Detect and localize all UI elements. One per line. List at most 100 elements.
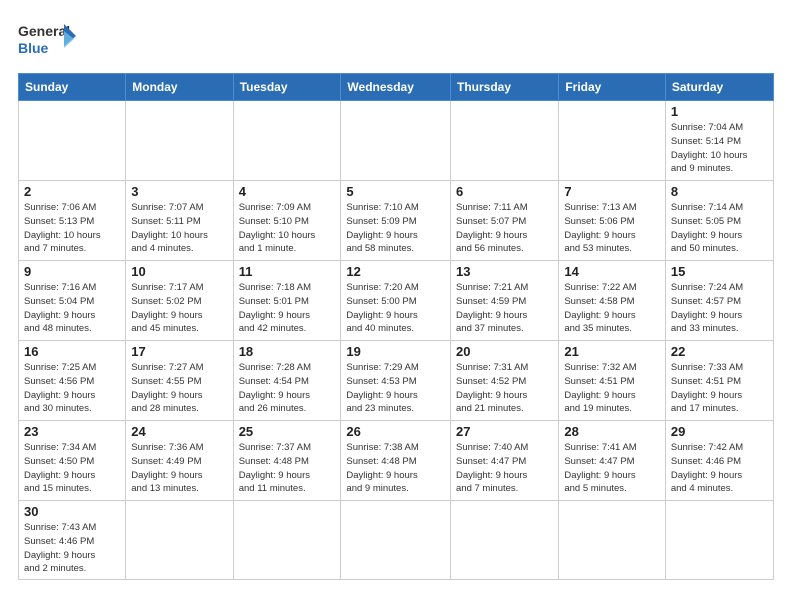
day-info: Sunrise: 7:33 AM Sunset: 4:51 PM Dayligh… (671, 361, 768, 416)
calendar-cell: 21 Sunrise: 7:32 AM Sunset: 4:51 PM Dayli… (559, 341, 666, 421)
day-info: Sunrise: 7:29 AM Sunset: 4:53 PM Dayligh… (346, 361, 445, 416)
weekday-header-sunday: Sunday (19, 74, 126, 101)
day-number: 25 (239, 424, 336, 439)
day-info: Sunrise: 7:20 AM Sunset: 5:00 PM Dayligh… (346, 281, 445, 336)
calendar-cell: 2Sunrise: 7:06 AM Sunset: 5:13 PM Daylig… (19, 181, 126, 261)
header: General Blue (18, 18, 774, 63)
calendar-cell: 8 Sunrise: 7:14 AM Sunset: 5:05 PM Daylig… (665, 181, 773, 261)
day-number: 21 (564, 344, 660, 359)
calendar-cell: 23 Sunrise: 7:34 AM Sunset: 4:50 PM Dayli… (19, 421, 126, 501)
calendar-cell: 13 Sunrise: 7:21 AM Sunset: 4:59 PM Dayli… (451, 261, 559, 341)
weekday-header-thursday: Thursday (451, 74, 559, 101)
day-number: 17 (131, 344, 227, 359)
calendar-cell: 14Sunrise: 7:22 AM Sunset: 4:58 PM Dayli… (559, 261, 666, 341)
weekday-header-wednesday: Wednesday (341, 74, 451, 101)
day-number: 20 (456, 344, 553, 359)
generalblue-logo-icon: General Blue (18, 18, 78, 63)
week-row-4: 16 Sunrise: 7:25 AM Sunset: 4:56 PM Dayli… (19, 341, 774, 421)
day-number: 16 (24, 344, 120, 359)
calendar-cell (341, 501, 451, 580)
calendar-cell: 10 Sunrise: 7:17 AM Sunset: 5:02 PM Dayli… (126, 261, 233, 341)
day-number: 15 (671, 264, 768, 279)
svg-text:General: General (18, 23, 70, 39)
weekday-header-saturday: Saturday (665, 74, 773, 101)
day-info: Sunrise: 7:09 AM Sunset: 5:10 PM Dayligh… (239, 201, 336, 256)
day-info: Sunrise: 7:27 AM Sunset: 4:55 PM Dayligh… (131, 361, 227, 416)
day-number: 8 (671, 184, 768, 199)
day-info: Sunrise: 7:32 AM Sunset: 4:51 PM Dayligh… (564, 361, 660, 416)
calendar-cell: 17 Sunrise: 7:27 AM Sunset: 4:55 PM Dayli… (126, 341, 233, 421)
calendar-cell (341, 101, 451, 181)
week-row-2: 2Sunrise: 7:06 AM Sunset: 5:13 PM Daylig… (19, 181, 774, 261)
calendar-cell (559, 101, 666, 181)
day-info: Sunrise: 7:38 AM Sunset: 4:48 PM Dayligh… (346, 441, 445, 496)
day-info: Sunrise: 7:43 AM Sunset: 4:46 PM Dayligh… (24, 521, 120, 576)
page: General Blue SundayMondayTuesdayWednesda… (0, 0, 792, 590)
day-number: 27 (456, 424, 553, 439)
calendar-cell: 22Sunrise: 7:33 AM Sunset: 4:51 PM Dayli… (665, 341, 773, 421)
calendar-cell: 3Sunrise: 7:07 AM Sunset: 5:11 PM Daylig… (126, 181, 233, 261)
calendar-cell: 29 Sunrise: 7:42 AM Sunset: 4:46 PM Dayli… (665, 421, 773, 501)
day-number: 12 (346, 264, 445, 279)
calendar: SundayMondayTuesdayWednesdayThursdayFrid… (18, 73, 774, 580)
week-row-6: 30 Sunrise: 7:43 AM Sunset: 4:46 PM Dayli… (19, 501, 774, 580)
week-row-1: 1 Sunrise: 7:04 AM Sunset: 5:14 PM Daylig… (19, 101, 774, 181)
calendar-cell (665, 501, 773, 580)
day-number: 18 (239, 344, 336, 359)
calendar-cell: 25 Sunrise: 7:37 AM Sunset: 4:48 PM Dayli… (233, 421, 341, 501)
day-info: Sunrise: 7:24 AM Sunset: 4:57 PM Dayligh… (671, 281, 768, 336)
day-number: 29 (671, 424, 768, 439)
day-info: Sunrise: 7:36 AM Sunset: 4:49 PM Dayligh… (131, 441, 227, 496)
day-number: 7 (564, 184, 660, 199)
day-number: 24 (131, 424, 227, 439)
calendar-cell: 1 Sunrise: 7:04 AM Sunset: 5:14 PM Daylig… (665, 101, 773, 181)
day-info: Sunrise: 7:40 AM Sunset: 4:47 PM Dayligh… (456, 441, 553, 496)
calendar-cell: 30 Sunrise: 7:43 AM Sunset: 4:46 PM Dayli… (19, 501, 126, 580)
day-number: 10 (131, 264, 227, 279)
logo: General Blue (18, 18, 78, 63)
day-info: Sunrise: 7:18 AM Sunset: 5:01 PM Dayligh… (239, 281, 336, 336)
day-number: 28 (564, 424, 660, 439)
day-number: 4 (239, 184, 336, 199)
day-info: Sunrise: 7:04 AM Sunset: 5:14 PM Dayligh… (671, 121, 768, 176)
day-info: Sunrise: 7:28 AM Sunset: 4:54 PM Dayligh… (239, 361, 336, 416)
calendar-cell: 19 Sunrise: 7:29 AM Sunset: 4:53 PM Dayli… (341, 341, 451, 421)
week-row-3: 9Sunrise: 7:16 AM Sunset: 5:04 PM Daylig… (19, 261, 774, 341)
calendar-cell (233, 501, 341, 580)
day-info: Sunrise: 7:14 AM Sunset: 5:05 PM Dayligh… (671, 201, 768, 256)
calendar-cell: 18 Sunrise: 7:28 AM Sunset: 4:54 PM Dayli… (233, 341, 341, 421)
day-number: 13 (456, 264, 553, 279)
day-info: Sunrise: 7:42 AM Sunset: 4:46 PM Dayligh… (671, 441, 768, 496)
calendar-cell: 28Sunrise: 7:41 AM Sunset: 4:47 PM Dayli… (559, 421, 666, 501)
day-number: 6 (456, 184, 553, 199)
day-number: 14 (564, 264, 660, 279)
calendar-cell: 15 Sunrise: 7:24 AM Sunset: 4:57 PM Dayli… (665, 261, 773, 341)
day-number: 30 (24, 504, 120, 519)
weekday-header-friday: Friday (559, 74, 666, 101)
calendar-cell: 7Sunrise: 7:13 AM Sunset: 5:06 PM Daylig… (559, 181, 666, 261)
calendar-cell: 6 Sunrise: 7:11 AM Sunset: 5:07 PM Daylig… (451, 181, 559, 261)
day-number: 2 (24, 184, 120, 199)
calendar-cell: 9Sunrise: 7:16 AM Sunset: 5:04 PM Daylig… (19, 261, 126, 341)
week-row-5: 23 Sunrise: 7:34 AM Sunset: 4:50 PM Dayli… (19, 421, 774, 501)
day-info: Sunrise: 7:21 AM Sunset: 4:59 PM Dayligh… (456, 281, 553, 336)
weekday-header-row: SundayMondayTuesdayWednesdayThursdayFrid… (19, 74, 774, 101)
day-number: 23 (24, 424, 120, 439)
svg-text:Blue: Blue (18, 40, 49, 56)
calendar-cell (19, 101, 126, 181)
day-number: 3 (131, 184, 227, 199)
calendar-cell: 20 Sunrise: 7:31 AM Sunset: 4:52 PM Dayli… (451, 341, 559, 421)
day-info: Sunrise: 7:25 AM Sunset: 4:56 PM Dayligh… (24, 361, 120, 416)
calendar-cell (126, 101, 233, 181)
day-info: Sunrise: 7:37 AM Sunset: 4:48 PM Dayligh… (239, 441, 336, 496)
day-number: 19 (346, 344, 445, 359)
calendar-cell: 5Sunrise: 7:10 AM Sunset: 5:09 PM Daylig… (341, 181, 451, 261)
day-info: Sunrise: 7:11 AM Sunset: 5:07 PM Dayligh… (456, 201, 553, 256)
calendar-cell: 11Sunrise: 7:18 AM Sunset: 5:01 PM Dayli… (233, 261, 341, 341)
calendar-cell: 26Sunrise: 7:38 AM Sunset: 4:48 PM Dayli… (341, 421, 451, 501)
day-info: Sunrise: 7:31 AM Sunset: 4:52 PM Dayligh… (456, 361, 553, 416)
calendar-cell: 27 Sunrise: 7:40 AM Sunset: 4:47 PM Dayli… (451, 421, 559, 501)
day-info: Sunrise: 7:17 AM Sunset: 5:02 PM Dayligh… (131, 281, 227, 336)
day-info: Sunrise: 7:34 AM Sunset: 4:50 PM Dayligh… (24, 441, 120, 496)
day-number: 1 (671, 104, 768, 119)
